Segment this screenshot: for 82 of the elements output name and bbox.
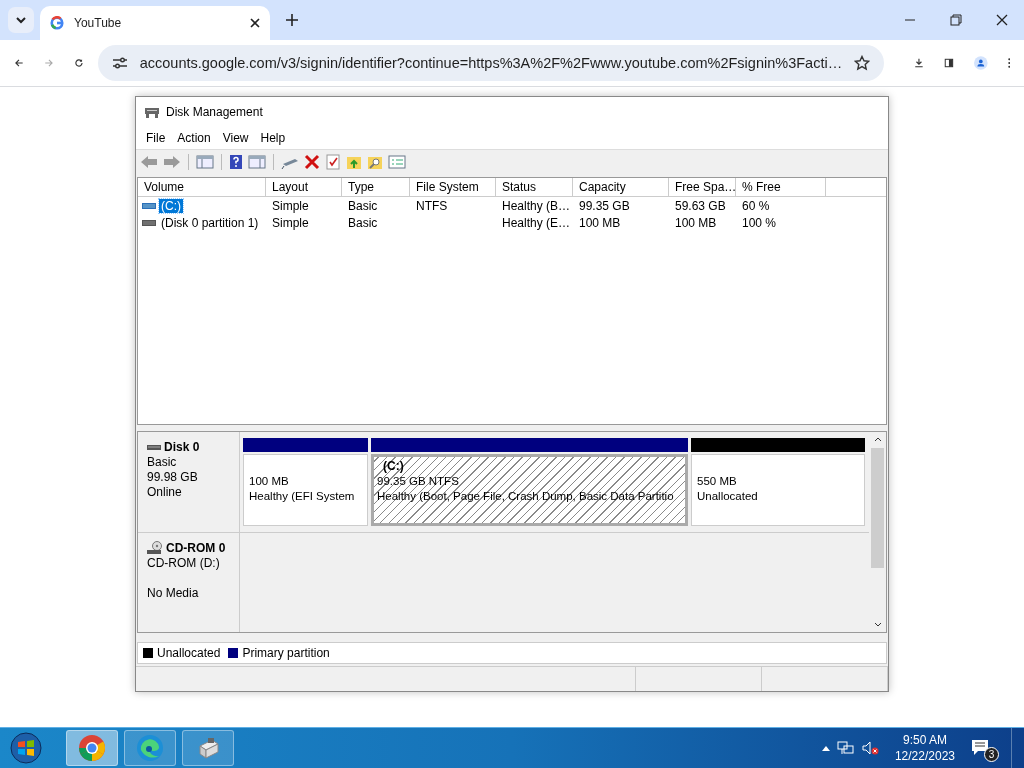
table-cell-text: Basic [347,198,379,213]
column-header[interactable]: Layout [266,178,342,196]
legend-label: Unallocated [157,646,221,660]
tab-title: YouTube [74,16,123,30]
clock-date[interactable]: 12/22/2023 [894,748,955,764]
disk-name: Disk 0 [164,440,200,454]
partition-size: 550 MB [697,474,737,489]
table-cell-text: Simple [271,198,310,213]
close-icon[interactable] [996,14,1008,26]
new-tab-icon[interactable] [286,14,298,26]
help-icon[interactable] [229,154,243,170]
cd-drive-icon [147,540,163,555]
network-icon[interactable] [836,740,855,756]
table-cell-text: 99.35 GB [578,198,631,213]
disk-info: 99.98 GB [147,470,199,485]
disk-status: Online [147,485,183,500]
show-hidden-icons-icon[interactable] [820,744,831,752]
action-center-icon[interactable] [971,739,991,757]
disk-management-taskbar-button[interactable] [182,730,234,766]
disk-name: CD-ROM 0 [166,540,226,555]
menu-item[interactable]: View [216,131,255,145]
table-cell-text: 59.63 GB [674,198,727,213]
partition-label: (C:) [382,459,405,474]
menu-icon[interactable] [1007,55,1011,71]
menu-item[interactable]: File [140,131,172,145]
speaker-icon[interactable] [860,740,879,756]
chevron-down-icon [15,16,27,24]
disk-drive-icon [144,105,160,119]
column-header[interactable]: Capacity [573,178,669,196]
edge-icon [136,734,164,762]
striped-volume-icon [142,201,156,210]
partition-size: 99.35 GB NTFS [377,474,459,489]
table-cell-text: 100 MB [674,215,718,230]
disk-info: Basic [147,455,178,470]
delete-icon[interactable] [304,154,320,170]
site-settings-icon[interactable] [111,56,128,70]
column-header[interactable]: Type [342,178,410,196]
address-bar[interactable]: accounts.google.com/v3/signin/identifier?continue=https%3A%2F%2Fwww.youtube.com%2Fsignin%3Facti… [97,45,885,81]
table-cell-text: Healthy (E… [501,215,572,230]
partition-status: Healthy (EFI System [249,489,355,504]
folder-up-icon[interactable] [346,154,362,170]
window-title: Disk Management [166,105,263,119]
selected-volume-entry[interactable]: (C:) [159,198,183,213]
table-cell-text: 100 MB [578,215,622,230]
checklist-icon[interactable] [325,154,341,170]
scroll-up-icon[interactable] [873,436,882,442]
disk-info: CD-ROM (D:) [147,555,221,571]
column-header[interactable]: Status [496,178,573,196]
disk-icon [147,443,161,451]
folder-search-icon[interactable] [367,154,383,170]
table-cell-text: NTFS [415,198,449,213]
table-cell-text: Basic [347,215,379,230]
menu-item[interactable]: Action [171,131,217,145]
tab-search-button[interactable] [8,7,34,33]
chrome-icon [78,734,106,762]
column-header[interactable]: File System [410,178,496,196]
table-cell-text: 100 % [741,215,778,230]
browser-tab[interactable]: YouTube [40,6,270,40]
start-button[interactable] [10,732,42,764]
partition-status: Unallocated [697,489,758,504]
table-cell-text: Simple [271,215,310,230]
column-header[interactable]: % Free [736,178,826,196]
google-logo-icon [50,16,64,30]
close-tab-icon[interactable] [250,18,260,28]
scroll-down-icon[interactable] [873,622,882,628]
column-header[interactable]: Free Spa… [669,178,736,196]
clock-time[interactable]: 9:50 AM [902,732,947,748]
selected-volume-entry[interactable]: (Disk 0 partition 1) [159,215,261,230]
star-icon[interactable] [854,55,871,71]
partition-size: 100 MB [249,474,289,489]
column-header[interactable]: Volume [138,178,266,196]
notification-count: 3 [984,747,999,762]
url-text: accounts.google.com/v3/signin/identifier?continue=https%3A%2F%2Fwww.youtube.com%2Fsignin%3Facti… [139,55,843,71]
restore-icon[interactable] [950,14,962,26]
volume-icon [142,218,156,227]
chrome-taskbar-button[interactable] [66,730,118,766]
legend-label: Primary partition [242,646,330,660]
disk-status: No Media [147,585,200,601]
table-cell-text: 60 % [741,198,771,213]
table-cell-text: Healthy (B… [501,198,572,213]
menu-item[interactable]: Help [254,131,292,145]
partition-status: Healthy (Boot, Page File, Crash Dump, Basic Data Partitio [377,489,674,504]
